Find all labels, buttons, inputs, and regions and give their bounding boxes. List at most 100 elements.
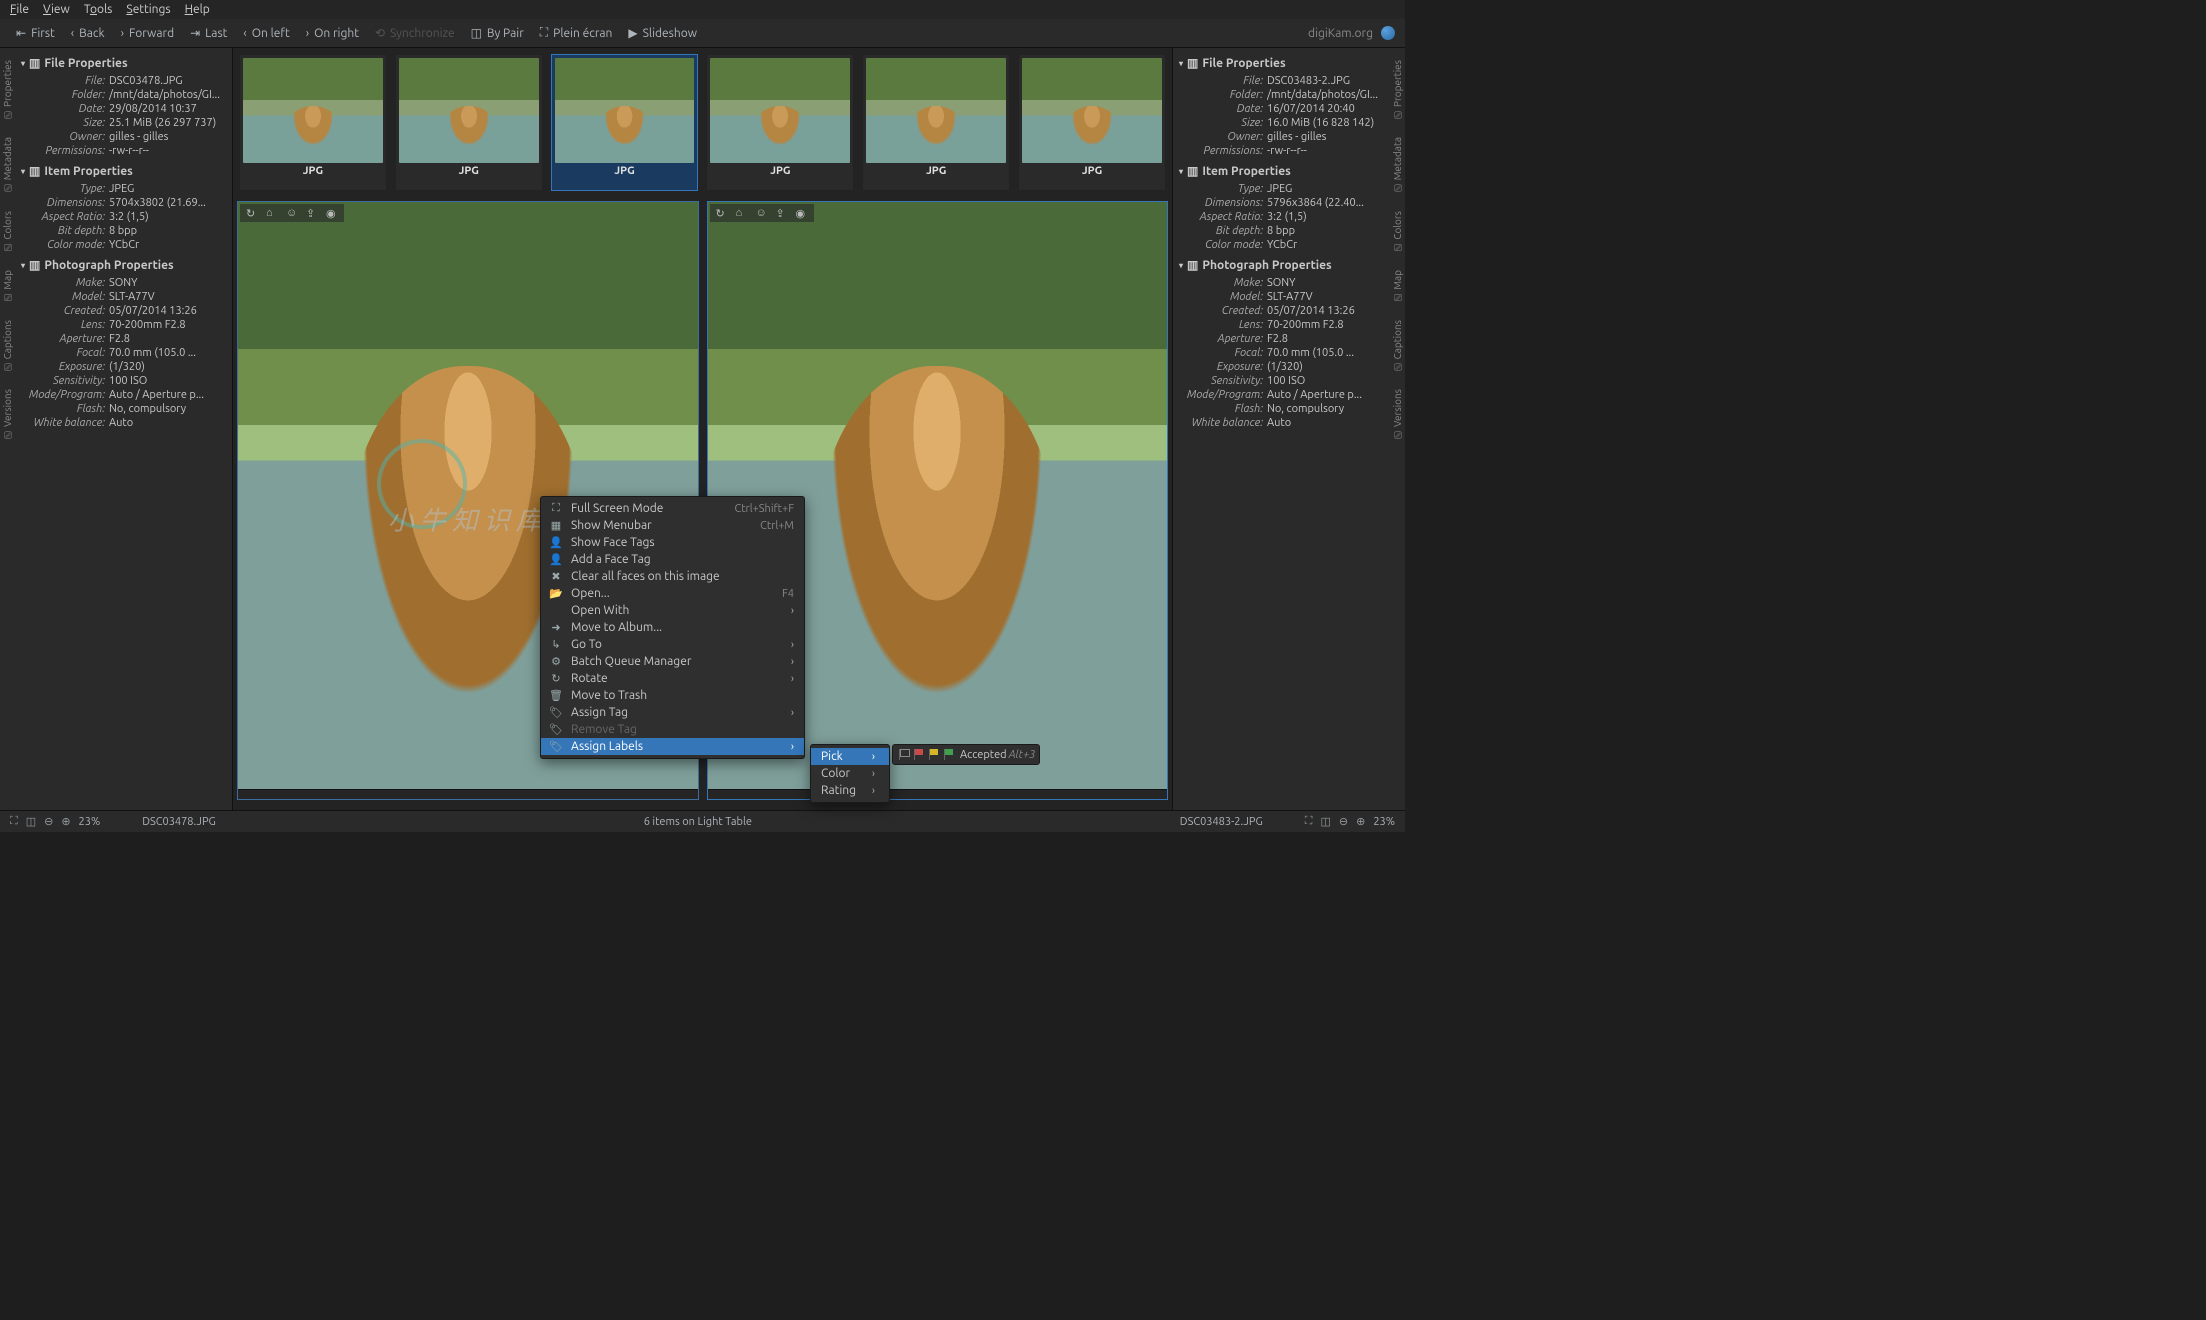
zoom-out-icon-r[interactable]: ⊖ bbox=[1339, 815, 1348, 828]
ctx-move-to-trash[interactable]: 🗑Move to Trash bbox=[541, 687, 804, 704]
zoom-100-icon-r[interactable]: ◫ bbox=[1320, 815, 1330, 828]
submenu-color[interactable]: Color bbox=[811, 765, 889, 782]
side-tab-colors[interactable]: ⎚ Colors bbox=[1391, 205, 1405, 258]
slideshow-button[interactable]: ▶ Slideshow bbox=[622, 23, 703, 43]
side-tab-captions[interactable]: ⎚ Captions bbox=[1391, 314, 1405, 378]
prop-row: Exposure:(1/320) bbox=[1179, 360, 1384, 374]
ctx-remove-tag[interactable]: 🏷Remove Tag bbox=[541, 721, 804, 738]
side-tab-properties[interactable]: ⎚ Properties bbox=[1391, 54, 1405, 125]
side-tab-versions[interactable]: ⎚ Versions bbox=[1, 383, 15, 445]
section-header-item_props[interactable]: ▾ ▥ Item Properties bbox=[1179, 158, 1384, 182]
section-header-photo_props[interactable]: ▾ ▥ Photograph Properties bbox=[21, 252, 226, 276]
section-header-file_props[interactable]: ▾ ▥ File Properties bbox=[21, 50, 226, 74]
side-tab-metadata[interactable]: ⎚ Metadata bbox=[1, 131, 15, 199]
prop-row: Owner:gilles - gilles bbox=[21, 130, 226, 144]
globe-icon[interactable] bbox=[1381, 26, 1395, 40]
prop-value: 3:2 (1,5) bbox=[1267, 211, 1384, 223]
menu-settings[interactable]: Settings bbox=[126, 3, 170, 16]
overlay-share-icon[interactable]: ⇪ bbox=[306, 207, 318, 219]
ctx-show-face-tags[interactable]: 👤Show Face Tags bbox=[541, 534, 804, 551]
prop-key: File: bbox=[1179, 75, 1267, 87]
ctx-clear-all-faces-on-this-image[interactable]: ✖Clear all faces on this image bbox=[541, 568, 804, 585]
menu-view[interactable]: View bbox=[43, 3, 70, 16]
onleft-button[interactable]: ‹ On left bbox=[237, 24, 295, 43]
zoom-100-icon[interactable]: ◫ bbox=[26, 815, 36, 828]
prop-row: Aperture:F2.8 bbox=[1179, 332, 1384, 346]
prop-key: Permissions: bbox=[21, 145, 109, 157]
side-tab-colors[interactable]: ⎚ Colors bbox=[1, 205, 15, 258]
side-tab-properties[interactable]: ⎚ Properties bbox=[1, 54, 15, 125]
prop-value: DSC03478.JPG bbox=[109, 75, 226, 87]
side-tab-versions[interactable]: ⎚ Versions bbox=[1391, 383, 1405, 445]
thumbnail-6[interactable]: 🌐JPG bbox=[1018, 54, 1166, 191]
menu-file[interactable]: File bbox=[10, 3, 29, 16]
submenu-rating[interactable]: Rating bbox=[811, 782, 889, 799]
ctx-batch-queue-manager[interactable]: ⚙Batch Queue Manager bbox=[541, 653, 804, 670]
side-tab-metadata[interactable]: ⎚ Metadata bbox=[1391, 131, 1405, 199]
thumbnail-4[interactable]: 🌐JPG bbox=[706, 54, 854, 191]
prop-value: 05/07/2014 13:26 bbox=[109, 305, 226, 317]
synchronize-button[interactable]: ⟲ Synchronize bbox=[369, 23, 461, 43]
onright-button[interactable]: › On right bbox=[300, 24, 365, 43]
zoom-in-icon-r[interactable]: ⊕ bbox=[1356, 815, 1365, 828]
flag-accepted[interactable] bbox=[942, 748, 955, 761]
section-header-photo_props[interactable]: ▾ ▥ Photograph Properties bbox=[1179, 252, 1384, 276]
overlay-share-icon[interactable]: ⇪ bbox=[776, 207, 788, 219]
prop-row: Date:16/07/2014 20:40 bbox=[1179, 102, 1384, 116]
side-tab-captions[interactable]: ⎚ Captions bbox=[1, 314, 15, 378]
overlay-play-icon[interactable]: ◉ bbox=[796, 207, 808, 219]
viewer-left-overlay: ↻ ⌂ ☺ ⇪ ◉ bbox=[240, 204, 344, 222]
overlay-tag-icon[interactable]: ⌂ bbox=[736, 207, 748, 219]
bypair-button[interactable]: ◫ By Pair bbox=[465, 23, 530, 43]
prop-value: F2.8 bbox=[109, 333, 226, 345]
ctx-open-[interactable]: 📂Open...F4 bbox=[541, 585, 804, 602]
zoom-out-icon[interactable]: ⊖ bbox=[44, 815, 53, 828]
prop-key: Make: bbox=[1179, 277, 1267, 289]
side-tab-map[interactable]: ⎚ Map bbox=[1391, 264, 1405, 308]
forward-button[interactable]: › Forward bbox=[115, 24, 181, 43]
overlay-rotate-icon[interactable]: ↻ bbox=[716, 207, 728, 219]
zoom-fit-icon[interactable]: ⛶ bbox=[10, 815, 18, 828]
menu-help[interactable]: Help bbox=[185, 3, 210, 16]
ctx-add-a-face-tag[interactable]: 👤Add a Face Tag bbox=[541, 551, 804, 568]
ctx-full-screen-mode[interactable]: ⛶Full Screen ModeCtrl+Shift+F bbox=[541, 500, 804, 517]
thumbnail-5[interactable]: 🌐JPG bbox=[862, 54, 1010, 191]
menu-tools[interactable]: Tools bbox=[84, 3, 113, 16]
side-tab-map[interactable]: ⎚ Map bbox=[1, 264, 15, 308]
ctx-move-to-album-[interactable]: ➜Move to Album... bbox=[541, 619, 804, 636]
thumbnail-2[interactable]: 🌐JPG bbox=[395, 54, 543, 191]
prop-row: Make:SONY bbox=[1179, 276, 1384, 290]
zoom-in-icon[interactable]: ⊕ bbox=[61, 815, 70, 828]
viewer-right-overlay: ↻ ⌂ ☺ ⇪ ◉ bbox=[710, 204, 814, 222]
overlay-rotate-icon[interactable]: ↻ bbox=[246, 207, 258, 219]
viewer-left-scrollbar[interactable] bbox=[238, 789, 698, 799]
zoom-fit-icon-r[interactable]: ⛶ bbox=[1305, 815, 1313, 828]
flag-none[interactable] bbox=[897, 748, 910, 761]
fullscreen-button[interactable]: ⛶ Plein écran bbox=[534, 23, 619, 43]
flag-pending[interactable] bbox=[927, 748, 940, 761]
ctx-assign-tag[interactable]: 🏷Assign Tag bbox=[541, 704, 804, 721]
first-button[interactable]: ⇤ First bbox=[10, 23, 61, 43]
back-button[interactable]: ‹ Back bbox=[65, 24, 111, 43]
section-header-file_props[interactable]: ▾ ▥ File Properties bbox=[1179, 50, 1384, 74]
overlay-tag-icon[interactable]: ⌂ bbox=[266, 207, 278, 219]
overlay-person-icon[interactable]: ☺ bbox=[286, 207, 298, 219]
prop-key: Created: bbox=[21, 305, 109, 317]
prop-value: SLT-A77V bbox=[1267, 291, 1384, 303]
flag-rejected[interactable] bbox=[912, 748, 925, 761]
thumbnail-1[interactable]: 🌐JPG bbox=[239, 54, 387, 191]
ctx-assign-labels[interactable]: 🏷Assign Labels bbox=[541, 738, 804, 755]
last-button[interactable]: ⇥ Last bbox=[184, 23, 233, 43]
overlay-play-icon[interactable]: ◉ bbox=[326, 207, 338, 219]
prop-value: SLT-A77V bbox=[109, 291, 226, 303]
viewer-right-scrollbar[interactable] bbox=[708, 789, 1168, 799]
overlay-person-icon[interactable]: ☺ bbox=[756, 207, 768, 219]
ctx-go-to[interactable]: ↳Go To bbox=[541, 636, 804, 653]
ctx-icon: ⛶ bbox=[549, 502, 563, 515]
section-header-item_props[interactable]: ▾ ▥ Item Properties bbox=[21, 158, 226, 182]
thumbnail-3[interactable]: 🌐JPG bbox=[551, 54, 699, 191]
ctx-rotate[interactable]: ↻Rotate bbox=[541, 670, 804, 687]
submenu-pick[interactable]: Pick bbox=[811, 748, 889, 765]
ctx-show-menubar[interactable]: ▦Show MenubarCtrl+M bbox=[541, 517, 804, 534]
ctx-open-with[interactable]: Open With bbox=[541, 602, 804, 619]
